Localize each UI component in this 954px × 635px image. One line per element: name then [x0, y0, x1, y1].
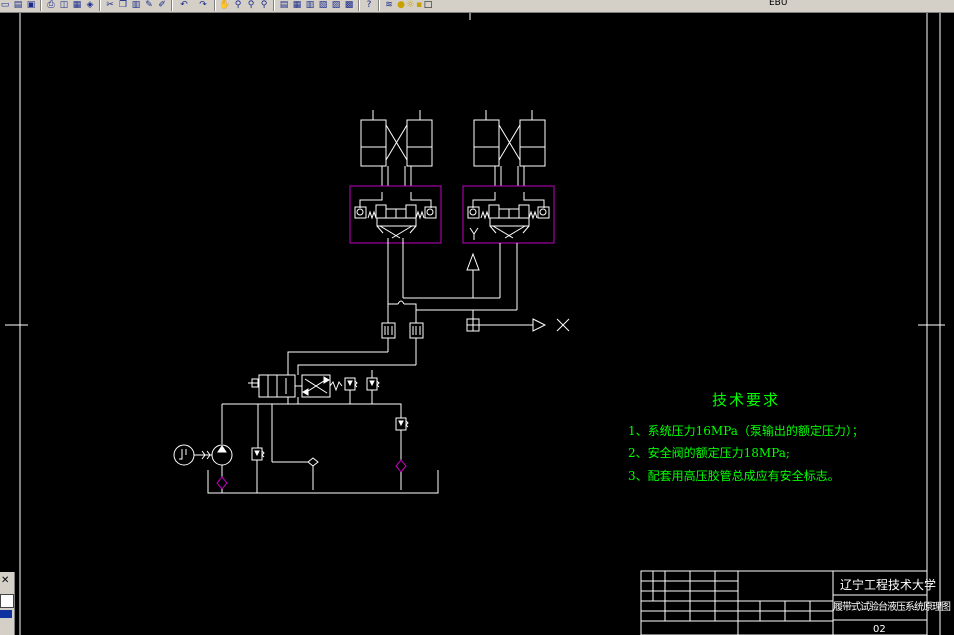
bulb-icon[interactable]: ●: [397, 0, 405, 10]
title-block-sheet-number: 02: [873, 624, 886, 635]
match-icon[interactable]: ✎: [144, 0, 154, 10]
tech-requirements-title: 技术要求: [712, 391, 781, 409]
right-hydraulic-lock: [462, 185, 555, 244]
drawing-frame: [5, 13, 945, 635]
title-block-drawing-name: 履带式试验台液压系统原理图: [833, 602, 951, 613]
left-cylinder-pair: [360, 110, 433, 186]
panel-bar: [0, 610, 12, 618]
relief-valve-main: [395, 417, 409, 490]
sun-icon[interactable]: ☼: [406, 0, 414, 10]
pump-motor: [173, 444, 233, 493]
inline-filters: [287, 322, 424, 375]
relief-valve-pump: [251, 447, 265, 493]
left-hydraulic-lock: [349, 185, 442, 248]
layer-manager-icon[interactable]: ≋: [384, 0, 394, 10]
paste-icon[interactable]: ▥: [131, 0, 141, 10]
left-panel-stub[interactable]: ✕: [0, 572, 15, 635]
help-icon[interactable]: ?: [364, 0, 374, 10]
pressure-lines: [221, 403, 402, 490]
save-icon[interactable]: ▣: [26, 0, 36, 10]
drawing-canvas[interactable]: [0, 13, 954, 635]
zoom-window-icon[interactable]: ⚲: [246, 0, 256, 10]
tool-palettes-icon[interactable]: ▥: [305, 0, 315, 10]
outlet-junction: [466, 318, 570, 332]
calculator-icon[interactable]: ▩: [344, 0, 354, 10]
standard-toolbar: ▭ ▤ ▣ ⎙ ◫ ▦ ◈ ✂ ❐ ▥ ✎ ✐ ↶ ↷ ✋ ⚲ ⚲ ⚲ ▤ ▦ …: [0, 0, 954, 13]
brush-icon[interactable]: ✐: [157, 0, 167, 10]
open-icon[interactable]: ▤: [13, 0, 23, 10]
zoom-realtime-icon[interactable]: ⚲: [233, 0, 243, 10]
lock-icon[interactable]: ▪: [415, 0, 423, 10]
publish-icon[interactable]: ◈: [85, 0, 95, 10]
design-center-icon[interactable]: ▦: [292, 0, 302, 10]
tech-requirement-item: 1、系统压力16MPa（泵输出的额定压力）；: [628, 424, 864, 438]
layer-name[interactable]: EBU: [769, 0, 787, 8]
cut-icon[interactable]: ✂: [105, 0, 115, 10]
tech-requirement-item: 2、安全阀的额定压力18MPa;: [628, 446, 790, 460]
relief-valves-upper: [344, 370, 380, 404]
copy-icon[interactable]: ❐: [118, 0, 128, 10]
redo-icon[interactable]: ↷: [196, 0, 210, 10]
markup-icon[interactable]: ▨: [331, 0, 341, 10]
tech-requirement-item: 3、配套用高压胶管总成应有安全标志。: [628, 469, 840, 483]
directional-valve: [248, 374, 343, 404]
color-swatch-icon[interactable]: □: [424, 0, 433, 10]
print-icon[interactable]: ⎙: [46, 0, 56, 10]
undo-icon[interactable]: ↶: [177, 0, 191, 10]
panel-icon: [0, 594, 14, 608]
preview-icon[interactable]: ◫: [59, 0, 69, 10]
title-block-university: 辽宁工程技术大学: [840, 578, 937, 592]
plot-icon[interactable]: ▦: [72, 0, 82, 10]
properties-icon[interactable]: ▤: [279, 0, 289, 10]
zoom-previous-icon[interactable]: ⚲: [259, 0, 269, 10]
close-icon[interactable]: ✕: [1, 575, 9, 586]
new-icon[interactable]: ▭: [0, 0, 10, 10]
pan-icon[interactable]: ✋: [219, 0, 230, 10]
supply-pipes: [387, 243, 518, 323]
right-cylinder-pair: [473, 110, 546, 186]
sheet-set-icon[interactable]: ▧: [318, 0, 328, 10]
oil-tank: [207, 470, 439, 494]
